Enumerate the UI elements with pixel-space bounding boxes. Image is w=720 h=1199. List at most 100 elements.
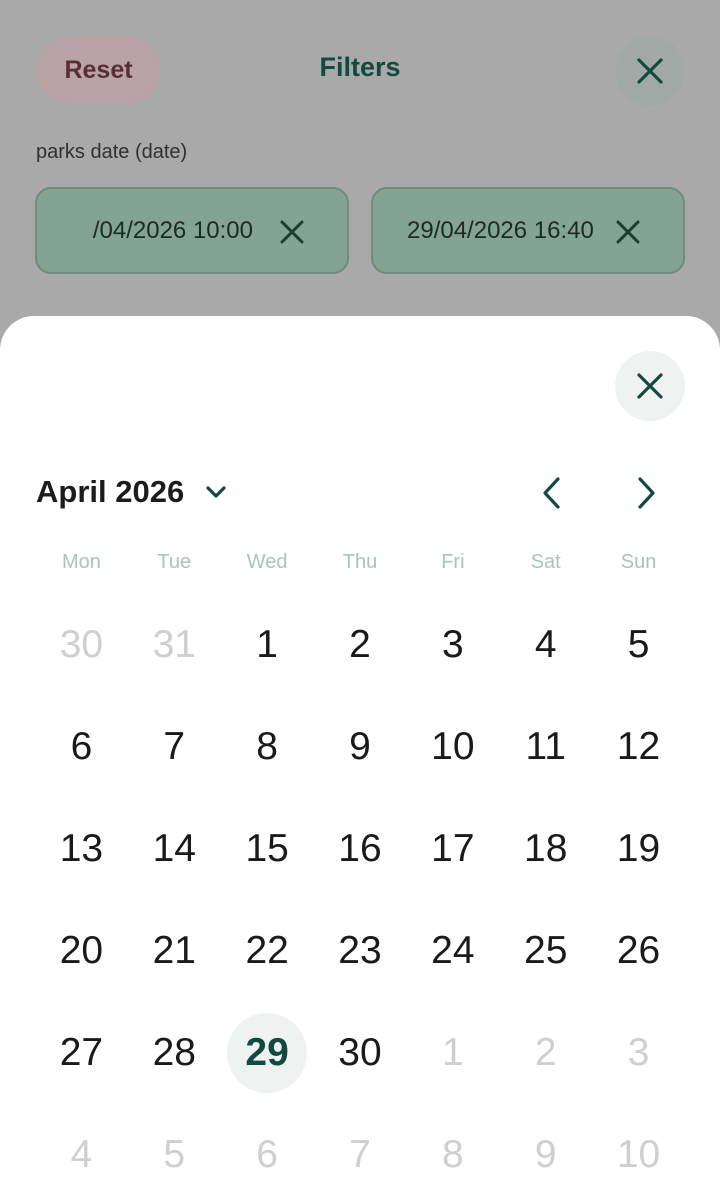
day-number: 10 [431, 725, 475, 768]
day-number: 29 [227, 1013, 308, 1093]
weekday-label: Sun [620, 551, 657, 573]
weekday-label: Thu [342, 551, 378, 573]
day-cell[interactable]: 16 [314, 798, 407, 900]
day-cell[interactable]: 25 [499, 900, 592, 1002]
filters-panel: Reset Filters parks date (date) /04/2026… [0, 0, 720, 340]
day-cell[interactable]: 5 [592, 594, 685, 696]
day-cell[interactable]: 13 [35, 798, 128, 900]
day-cell[interactable]: 6 [35, 696, 128, 798]
month-label: April 2026 [36, 474, 185, 509]
date-field-label: parks date (date) [36, 141, 188, 163]
day-number: 16 [338, 827, 382, 870]
day-cell[interactable]: 9 [314, 696, 407, 798]
day-cell[interactable]: 9 [499, 1104, 592, 1199]
day-cell[interactable]: 30 [35, 594, 128, 696]
close-icon [637, 373, 663, 399]
close-filters-button[interactable] [615, 36, 685, 106]
day-number: 3 [442, 623, 464, 666]
day-cell[interactable]: 27 [35, 1002, 128, 1104]
day-cell[interactable]: 6 [221, 1104, 314, 1199]
day-number: 9 [534, 1133, 557, 1176]
day-cell-selected[interactable]: 29 [221, 1002, 314, 1104]
weekday-label: Tue [157, 551, 192, 573]
filters-title: Filters [319, 52, 401, 82]
day-cell[interactable]: 19 [592, 798, 685, 900]
weekday-header: Mon Tue Wed Thu Fri Sat Sun [35, 551, 685, 574]
day-number: 12 [616, 725, 661, 768]
day-number: 7 [349, 1133, 371, 1176]
day-number: 27 [59, 1031, 104, 1074]
day-number: 26 [616, 929, 661, 972]
day-number: 30 [59, 623, 104, 666]
day-number: 10 [616, 1133, 661, 1176]
day-number: 20 [59, 929, 104, 972]
next-month-button[interactable] [626, 471, 666, 515]
weekday-label: Mon [61, 551, 101, 573]
day-number: 19 [616, 827, 661, 870]
day-number: 21 [152, 929, 196, 972]
day-cell[interactable]: 8 [221, 696, 314, 798]
end-date-field[interactable]: 29/04/2026 16:40 [371, 187, 685, 274]
previous-month-button[interactable] [532, 471, 572, 515]
day-number: 22 [245, 929, 289, 972]
day-number: 24 [431, 929, 475, 972]
day-cell[interactable]: 21 [128, 900, 221, 1002]
day-number: 5 [163, 1133, 186, 1176]
day-cell[interactable]: 30 [314, 1002, 407, 1104]
day-cell[interactable]: 20 [35, 900, 128, 1002]
day-number: 3 [627, 1031, 650, 1074]
day-grid: 30 31 1 2 3 4 5 6 7 8 9 10 11 12 13 14 15 16 17 18 19 20 21 22 2… [35, 594, 685, 1199]
day-number: 8 [256, 725, 278, 768]
day-cell[interactable]: 15 [221, 798, 314, 900]
close-picker-button[interactable] [615, 351, 685, 421]
weekday-label: Fri [441, 551, 465, 573]
day-cell[interactable]: 4 [499, 594, 592, 696]
day-number: 25 [524, 929, 568, 972]
day-cell[interactable]: 10 [406, 696, 499, 798]
month-selector[interactable]: April 2026 [36, 474, 228, 510]
day-number: 6 [256, 1133, 278, 1176]
weekday-label: Sat [530, 551, 561, 573]
chevron-down-icon [206, 486, 226, 498]
day-number: 8 [442, 1133, 464, 1176]
day-cell[interactable]: 8 [406, 1104, 499, 1199]
day-number: 1 [442, 1031, 464, 1074]
day-cell[interactable]: 1 [406, 1002, 499, 1104]
chevron-left-icon [543, 477, 560, 509]
day-cell[interactable]: 7 [314, 1104, 407, 1199]
day-number: 30 [338, 1031, 382, 1074]
close-icon [637, 58, 663, 84]
day-cell[interactable]: 7 [128, 696, 221, 798]
day-number: 13 [59, 827, 104, 870]
day-number: 2 [349, 623, 371, 666]
day-number: 5 [627, 623, 650, 666]
day-cell[interactable]: 23 [314, 900, 407, 1002]
day-cell[interactable]: 31 [128, 594, 221, 696]
day-number: 1 [256, 623, 278, 666]
day-number: 7 [163, 725, 186, 768]
day-number: 23 [338, 929, 382, 972]
day-cell[interactable]: 18 [499, 798, 592, 900]
day-cell[interactable]: 4 [35, 1104, 128, 1199]
day-number: 18 [524, 827, 568, 870]
day-cell[interactable]: 22 [221, 900, 314, 1002]
day-cell[interactable]: 3 [592, 1002, 685, 1104]
day-cell[interactable]: 28 [128, 1002, 221, 1104]
day-number: 9 [349, 725, 371, 768]
day-cell[interactable]: 12 [592, 696, 685, 798]
day-cell[interactable]: 5 [128, 1104, 221, 1199]
day-number: 14 [152, 827, 196, 870]
day-cell[interactable]: 14 [128, 798, 221, 900]
day-cell[interactable]: 1 [221, 594, 314, 696]
day-cell[interactable]: 26 [592, 900, 685, 1002]
clear-start-icon[interactable] [277, 217, 307, 247]
day-cell[interactable]: 17 [406, 798, 499, 900]
day-cell[interactable]: 11 [499, 696, 592, 798]
day-cell[interactable]: 2 [314, 594, 407, 696]
start-date-field[interactable]: /04/2026 10:00 [35, 187, 349, 274]
day-cell[interactable]: 2 [499, 1002, 592, 1104]
day-cell[interactable]: 24 [406, 900, 499, 1002]
day-cell[interactable]: 10 [592, 1104, 685, 1199]
clear-end-icon[interactable] [613, 217, 643, 247]
day-cell[interactable]: 3 [406, 594, 499, 696]
